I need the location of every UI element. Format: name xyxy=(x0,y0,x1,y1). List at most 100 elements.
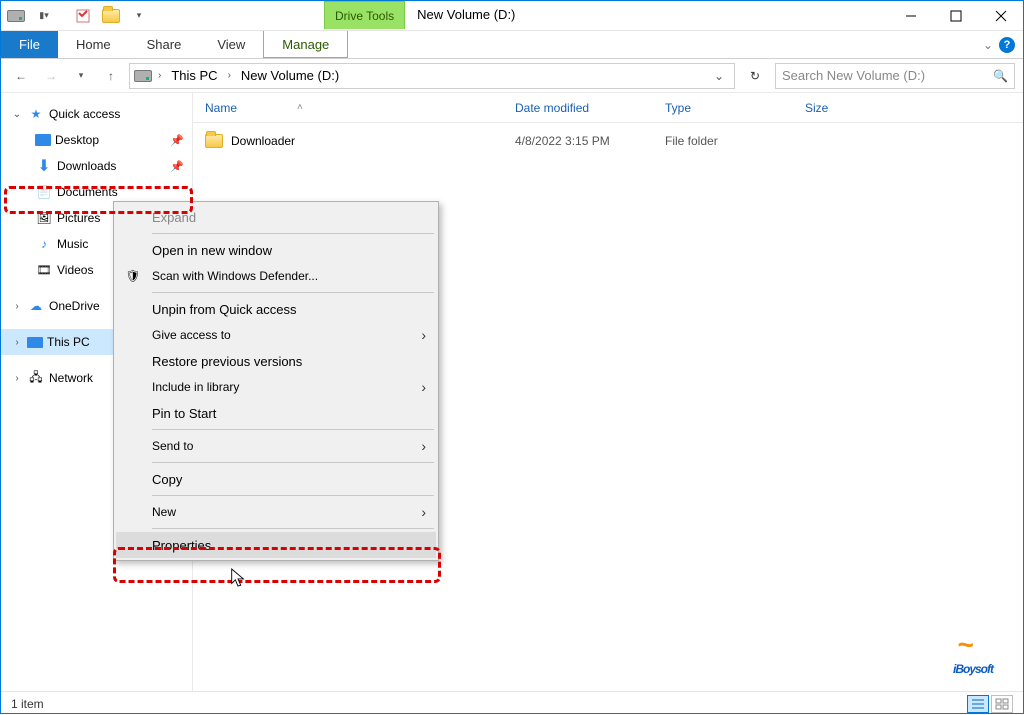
collapse-icon[interactable]: ⌄ xyxy=(11,109,23,120)
download-icon: ⬇ xyxy=(35,158,53,174)
back-button[interactable]: ← xyxy=(9,64,33,88)
tree-label: Downloads xyxy=(57,159,116,173)
details-view-button[interactable] xyxy=(967,695,989,713)
status-bar: 1 item xyxy=(1,691,1023,715)
shield-icon: 🛡 xyxy=(124,267,142,285)
breadcrumb-this-pc[interactable]: This PC xyxy=(167,68,221,83)
search-icon[interactable]: 🔍 xyxy=(993,69,1008,83)
menu-include-library[interactable]: Include in library› xyxy=(116,374,436,400)
menu-restore[interactable]: Restore previous versions xyxy=(116,348,436,374)
expand-icon[interactable]: › xyxy=(11,337,23,348)
title-bar: ▮▾ ▾ Drive Tools New Volume (D:) xyxy=(1,1,1023,31)
menu-separator xyxy=(152,292,434,293)
ribbon-expand-icon[interactable]: ⌄ xyxy=(983,38,993,52)
menu-defender[interactable]: 🛡Scan with Windows Defender... xyxy=(116,263,436,289)
tree-label: Network xyxy=(49,371,93,385)
menu-give-access[interactable]: Give access to› xyxy=(116,322,436,348)
menu-send-to[interactable]: Send to› xyxy=(116,433,436,459)
cloud-icon: ☁ xyxy=(27,298,45,314)
menu-new[interactable]: New› xyxy=(116,499,436,525)
tab-manage[interactable]: Manage xyxy=(263,31,348,58)
desktop-icon xyxy=(35,134,51,146)
menu-separator xyxy=(152,462,434,463)
menu-separator xyxy=(152,233,434,234)
star-icon: ★ xyxy=(27,106,45,122)
pin-icon: 📌 xyxy=(170,134,184,147)
close-button[interactable] xyxy=(978,1,1023,30)
qat-dropdown-icon[interactable]: ▮▾ xyxy=(33,5,55,27)
sort-asc-icon: ˄ xyxy=(297,102,303,113)
submenu-arrow-icon: › xyxy=(421,438,426,454)
help-icon[interactable]: ? xyxy=(999,37,1015,53)
tree-label: Desktop xyxy=(55,133,99,147)
forward-button[interactable]: → xyxy=(39,64,63,88)
search-input[interactable] xyxy=(782,68,987,83)
breadcrumb-volume[interactable]: New Volume (D:) xyxy=(237,68,343,83)
menu-open-new-window[interactable]: Open in new window xyxy=(116,237,436,263)
tree-desktop[interactable]: Desktop 📌 xyxy=(1,127,192,153)
tree-downloads[interactable]: ⬇ Downloads 📌 xyxy=(1,153,192,179)
videos-icon: 🎞 xyxy=(35,262,53,278)
tab-view[interactable]: View xyxy=(199,31,263,58)
up-button[interactable]: ↑ xyxy=(99,64,123,88)
list-item[interactable]: Downloader 4/8/2022 3:15 PM File folder xyxy=(193,127,1023,155)
address-dropdown-icon[interactable]: ⌄ xyxy=(708,69,730,83)
expand-icon[interactable]: › xyxy=(11,301,23,312)
chevron-right-icon[interactable]: › xyxy=(226,70,233,81)
new-folder-qat-icon[interactable] xyxy=(100,5,122,27)
large-icons-view-button[interactable] xyxy=(991,695,1013,713)
pictures-icon: 🖼 xyxy=(35,210,53,226)
navigation-bar: ← → ▾ ↑ › This PC › New Volume (D:) ⌄ ↻ … xyxy=(1,59,1023,93)
col-date[interactable]: Date modified xyxy=(503,101,653,115)
tree-label: Videos xyxy=(57,263,93,277)
menu-separator xyxy=(152,528,434,529)
tree-label: Music xyxy=(57,237,88,251)
menu-properties[interactable]: Properties xyxy=(116,532,436,558)
menu-expand[interactable]: Expand xyxy=(116,204,436,230)
item-count: 1 item xyxy=(11,697,44,711)
refresh-button[interactable]: ↻ xyxy=(741,63,769,89)
tab-share[interactable]: Share xyxy=(129,31,200,58)
tab-home[interactable]: Home xyxy=(58,31,129,58)
cursor-icon xyxy=(229,567,247,589)
quick-access-toolbar: ▮▾ ▾ xyxy=(1,1,154,30)
search-box[interactable]: 🔍 xyxy=(775,63,1015,89)
properties-qat-icon[interactable] xyxy=(72,5,94,27)
file-tab[interactable]: File xyxy=(1,31,58,58)
folder-icon xyxy=(205,133,223,149)
tree-quick-access[interactable]: ⌄ ★ Quick access xyxy=(1,101,192,127)
watermark: ~iBoysoft xyxy=(953,635,993,683)
item-name: Downloader xyxy=(231,134,295,148)
tree-label: Documents xyxy=(57,185,118,199)
chevron-right-icon[interactable]: › xyxy=(156,70,163,81)
window-title: New Volume (D:) xyxy=(405,1,527,30)
context-menu: Expand Open in new window 🛡Scan with Win… xyxy=(113,201,439,561)
drive-icon xyxy=(5,5,27,27)
col-name[interactable]: Name˄ xyxy=(193,101,503,115)
item-type: File folder xyxy=(653,134,793,148)
pc-icon xyxy=(27,337,43,348)
pin-icon: 📌 xyxy=(170,160,184,173)
submenu-arrow-icon: › xyxy=(421,504,426,520)
qat-overflow-icon[interactable]: ▾ xyxy=(128,5,150,27)
drive-tools-context-tab[interactable]: Drive Tools xyxy=(324,1,405,29)
menu-pin-start[interactable]: Pin to Start xyxy=(116,400,436,426)
menu-separator xyxy=(152,495,434,496)
minimize-button[interactable] xyxy=(888,1,933,30)
network-icon: 🖧 xyxy=(27,370,45,386)
col-size[interactable]: Size xyxy=(793,101,893,115)
recent-locations-icon[interactable]: ▾ xyxy=(69,64,93,88)
address-bar[interactable]: › This PC › New Volume (D:) ⌄ xyxy=(129,63,735,89)
menu-copy[interactable]: Copy xyxy=(116,466,436,492)
document-icon: 📄 xyxy=(35,184,53,200)
menu-separator xyxy=(152,429,434,430)
drive-crumb-icon xyxy=(134,68,152,84)
tree-label: OneDrive xyxy=(49,299,100,313)
column-headers: Name˄ Date modified Type Size xyxy=(193,93,1023,123)
maximize-button[interactable] xyxy=(933,1,978,30)
col-type[interactable]: Type xyxy=(653,101,793,115)
tree-label: Pictures xyxy=(57,211,100,225)
menu-unpin[interactable]: Unpin from Quick access xyxy=(116,296,436,322)
music-icon: ♪ xyxy=(35,236,53,252)
expand-icon[interactable]: › xyxy=(11,373,23,384)
